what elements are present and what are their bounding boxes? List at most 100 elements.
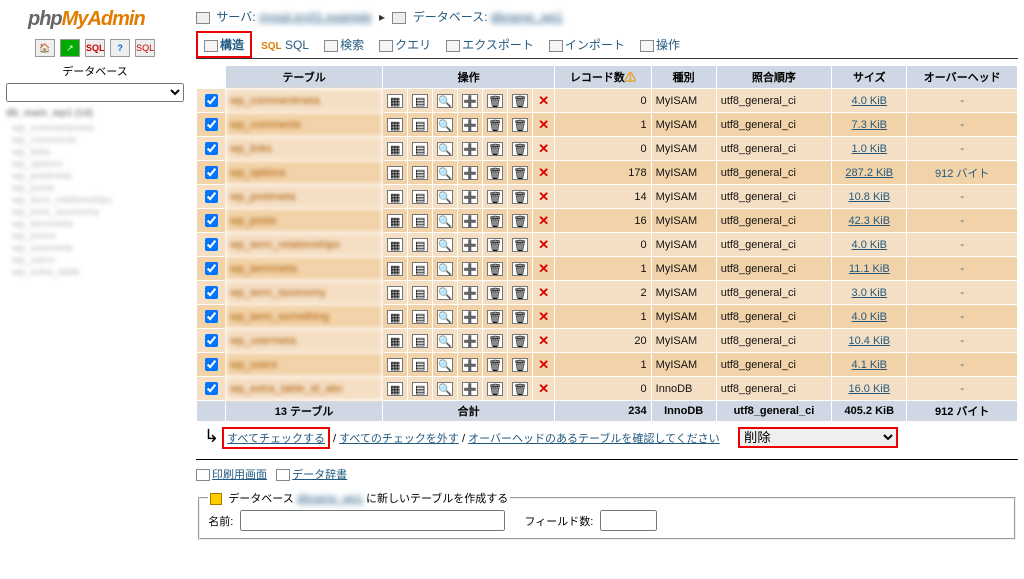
tree-item[interactable]: wp_terms	[12, 231, 184, 242]
drop-icon[interactable]: ✕	[538, 357, 549, 372]
browse-icon[interactable]: ▦	[387, 382, 403, 396]
insert-icon[interactable]: ➕	[462, 118, 478, 132]
col-overhead[interactable]: オーバーヘッド	[907, 66, 1018, 89]
create-db-link[interactable]: dbname_wp1	[297, 493, 363, 505]
structure-icon[interactable]: ▤	[412, 334, 428, 348]
empty-icon[interactable]: 🗑	[487, 94, 503, 108]
row-size[interactable]: 42.3 KiB	[848, 215, 890, 227]
row-checkbox[interactable]	[205, 358, 218, 371]
tree-item[interactable]: wp_options	[12, 159, 184, 170]
insert-icon[interactable]: ➕	[462, 94, 478, 108]
home-icon[interactable]: 🏠	[35, 39, 55, 57]
table-name[interactable]: wp_postmeta	[226, 185, 383, 209]
structure-icon[interactable]: ▤	[412, 142, 428, 156]
row-size[interactable]: 4.0 KiB	[852, 95, 887, 107]
insert-icon[interactable]: ➕	[462, 286, 478, 300]
tree-item[interactable]: wp_extra_table	[12, 267, 184, 278]
empty2-icon[interactable]: 🗑	[512, 118, 528, 132]
create-name-input[interactable]	[240, 510, 505, 531]
table-name[interactable]: wp_term_relationships	[226, 233, 383, 257]
row-checkbox[interactable]	[205, 334, 218, 347]
browse-icon[interactable]: ▦	[387, 214, 403, 228]
row-size[interactable]: 4.0 KiB	[852, 239, 887, 251]
table-name[interactable]: wp_usermeta	[226, 329, 383, 353]
tab-export[interactable]: エクスポート	[440, 33, 540, 58]
empty2-icon[interactable]: 🗑	[512, 334, 528, 348]
row-checkbox[interactable]	[205, 142, 218, 155]
tree-item[interactable]: wp_comments	[12, 135, 184, 146]
row-checkbox[interactable]	[205, 382, 218, 395]
drop-icon[interactable]: ✕	[538, 381, 549, 396]
empty-icon[interactable]: 🗑	[487, 382, 503, 396]
empty-icon[interactable]: 🗑	[487, 358, 503, 372]
row-size[interactable]: 10.8 KiB	[848, 191, 890, 203]
browse-icon[interactable]: ▦	[387, 166, 403, 180]
uncheck-all-link[interactable]: すべてのチェックを外す	[339, 433, 459, 445]
table-name[interactable]: wp_termmeta	[226, 257, 383, 281]
empty2-icon[interactable]: 🗑	[512, 214, 528, 228]
empty-icon[interactable]: 🗑	[487, 286, 503, 300]
search-icon[interactable]: 🔍	[437, 214, 453, 228]
empty2-icon[interactable]: 🗑	[512, 238, 528, 252]
drop-icon[interactable]: ✕	[538, 141, 549, 156]
row-size[interactable]: 11.1 KiB	[849, 263, 890, 275]
search-icon[interactable]: 🔍	[437, 94, 453, 108]
search-icon[interactable]: 🔍	[437, 382, 453, 396]
browse-icon[interactable]: ▦	[387, 190, 403, 204]
browse-icon[interactable]: ▦	[387, 310, 403, 324]
insert-icon[interactable]: ➕	[462, 166, 478, 180]
row-checkbox[interactable]	[205, 94, 218, 107]
tree-item[interactable]: wp_term_relationships	[12, 195, 184, 206]
empty-icon[interactable]: 🗑	[487, 310, 503, 324]
structure-icon[interactable]: ▤	[412, 358, 428, 372]
drop-icon[interactable]: ✕	[538, 117, 549, 132]
row-size[interactable]: 16.0 KiB	[848, 383, 890, 395]
tree-item[interactable]: wp_postmeta	[12, 171, 184, 182]
search-icon[interactable]: 🔍	[437, 166, 453, 180]
empty-icon[interactable]: 🗑	[487, 334, 503, 348]
print-link[interactable]: 印刷用画面	[212, 469, 267, 481]
row-size[interactable]: 3.0 KiB	[852, 287, 887, 299]
table-name[interactable]: wp_term_taxonomy	[226, 281, 383, 305]
dict-link[interactable]: データ辞書	[292, 469, 347, 481]
insert-icon[interactable]: ➕	[462, 310, 478, 324]
col-collation[interactable]: 照合順序	[716, 66, 831, 89]
row-size[interactable]: 4.0 KiB	[852, 311, 887, 323]
tree-db-name[interactable]: db_main_wp1 (14)	[6, 108, 184, 119]
row-size[interactable]: 10.4 KiB	[848, 335, 890, 347]
sql-query-icon[interactable]: SQL	[85, 39, 105, 57]
drop-icon[interactable]: ✕	[538, 261, 549, 276]
drop-icon[interactable]: ✕	[538, 213, 549, 228]
check-all-link[interactable]: すべてチェックする	[227, 433, 325, 445]
tree-item[interactable]: wp_commentmeta	[12, 123, 184, 134]
structure-icon[interactable]: ▤	[412, 214, 428, 228]
search-icon[interactable]: 🔍	[437, 358, 453, 372]
structure-icon[interactable]: ▤	[412, 286, 428, 300]
tab-query[interactable]: クエリ	[373, 33, 437, 58]
browse-icon[interactable]: ▦	[387, 118, 403, 132]
drop-icon[interactable]: ✕	[538, 237, 549, 252]
empty2-icon[interactable]: 🗑	[512, 286, 528, 300]
browse-icon[interactable]: ▦	[387, 286, 403, 300]
browse-icon[interactable]: ▦	[387, 358, 403, 372]
row-checkbox[interactable]	[205, 214, 218, 227]
drop-icon[interactable]: ✕	[538, 93, 549, 108]
insert-icon[interactable]: ➕	[462, 262, 478, 276]
tree-item[interactable]: wp_usermeta	[12, 243, 184, 254]
row-size[interactable]: 1.0 KiB	[852, 143, 887, 155]
structure-icon[interactable]: ▤	[412, 166, 428, 180]
table-name[interactable]: wp_users	[226, 353, 383, 377]
logo[interactable]: phpMyAdmin	[6, 6, 184, 39]
empty-icon[interactable]: 🗑	[487, 166, 503, 180]
empty-icon[interactable]: 🗑	[487, 214, 503, 228]
tree-item[interactable]: wp_links	[12, 147, 184, 158]
row-checkbox[interactable]	[205, 166, 218, 179]
search-icon[interactable]: 🔍	[437, 118, 453, 132]
drop-icon[interactable]: ✕	[538, 333, 549, 348]
bulk-action-select[interactable]: 削除	[738, 427, 898, 448]
insert-icon[interactable]: ➕	[462, 214, 478, 228]
structure-icon[interactable]: ▤	[412, 382, 428, 396]
col-type[interactable]: 種別	[651, 66, 716, 89]
insert-icon[interactable]: ➕	[462, 358, 478, 372]
empty-icon[interactable]: 🗑	[487, 262, 503, 276]
